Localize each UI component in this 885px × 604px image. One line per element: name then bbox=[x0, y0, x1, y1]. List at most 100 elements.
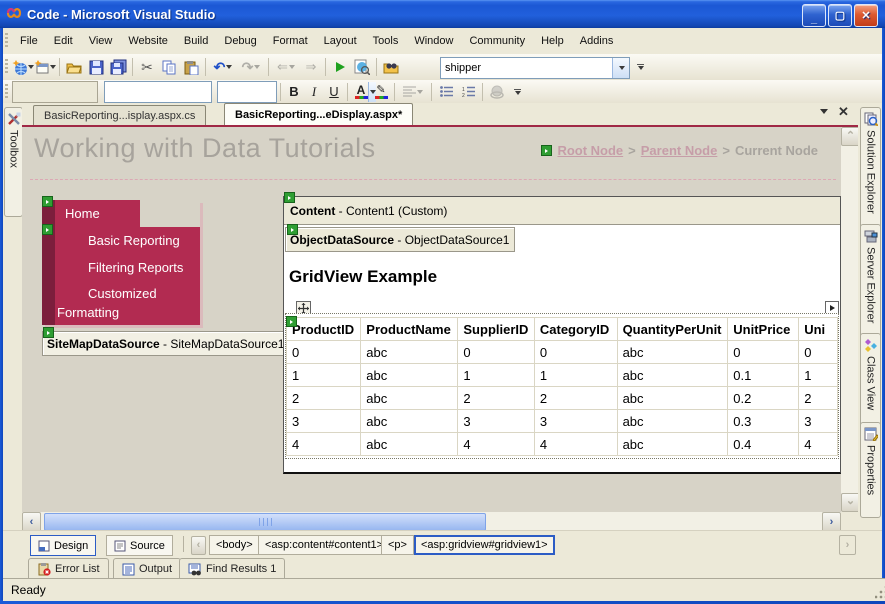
design-view-button[interactable]: Design bbox=[30, 535, 97, 556]
menu-file[interactable]: File bbox=[12, 31, 46, 51]
content-adorner-icon[interactable] bbox=[284, 192, 295, 203]
find-dropdown-button[interactable] bbox=[612, 58, 629, 78]
start-debugging-button[interactable] bbox=[329, 56, 351, 78]
overflow-bar-icon bbox=[513, 88, 521, 90]
close-button[interactable]: ✕ bbox=[854, 4, 878, 27]
output-tab[interactable]: Output bbox=[113, 558, 182, 579]
find-input[interactable] bbox=[441, 58, 612, 78]
maximize-button[interactable]: ▢ bbox=[828, 4, 852, 27]
menu-item-basic-reporting[interactable]: Basic Reporting bbox=[55, 227, 200, 254]
new-website-button[interactable] bbox=[12, 56, 34, 78]
scroll-up-button[interactable]: ⌃ bbox=[841, 127, 858, 146]
menu-view[interactable]: View bbox=[81, 31, 121, 51]
editor-horizontal-scrollbar[interactable]: ‹ › bbox=[22, 512, 841, 532]
style-combobox[interactable] bbox=[12, 80, 171, 103]
toolbar-grip[interactable] bbox=[5, 83, 8, 100]
breadcrumb-root-link[interactable]: Root Node bbox=[557, 143, 623, 158]
tag-asp-gridview[interactable]: <asp:gridview#gridview1> bbox=[414, 535, 555, 555]
menu-tools[interactable]: Tools bbox=[365, 31, 407, 51]
column-header: Uni bbox=[798, 317, 838, 341]
cell: 0 bbox=[727, 340, 800, 364]
resize-grip[interactable] bbox=[875, 586, 885, 599]
scroll-left-button[interactable]: ‹ bbox=[22, 512, 41, 532]
editor-vertical-scrollbar[interactable]: ⌃ ⌄ bbox=[841, 127, 858, 512]
menu-format[interactable]: Format bbox=[265, 31, 316, 51]
font-size-combobox[interactable] bbox=[217, 80, 376, 103]
find-results-tab[interactable]: Find Results 1 bbox=[179, 558, 286, 579]
objectdatasource-adorner-icon[interactable] bbox=[287, 224, 298, 235]
toolbar-grip[interactable] bbox=[5, 33, 8, 49]
content-panel-header[interactable]: Content - Content1 (Custom) bbox=[284, 197, 840, 225]
tag-scroll-left-button[interactable]: ‹ bbox=[191, 536, 206, 555]
add-new-item-button[interactable] bbox=[34, 56, 56, 78]
menu-adorner-icon[interactable] bbox=[42, 196, 53, 207]
document-tab-codebehind[interactable]: BasicReporting...isplay.aspx.cs bbox=[33, 105, 207, 125]
view-in-browser-button[interactable] bbox=[351, 56, 373, 78]
toolbar-options-button[interactable] bbox=[634, 57, 646, 77]
tag-scroll-right-button[interactable]: › bbox=[839, 535, 856, 555]
highlight-button[interactable]: ✎ bbox=[371, 82, 391, 102]
save-button[interactable] bbox=[85, 56, 107, 78]
menu-addins[interactable]: Addins bbox=[572, 31, 622, 51]
menu-item-filtering-reports[interactable]: Filtering Reports bbox=[55, 254, 200, 281]
undo-button[interactable]: ↶ bbox=[209, 56, 237, 78]
menu-bar: File Edit View Website Build Debug Forma… bbox=[3, 28, 882, 54]
menu-website[interactable]: Website bbox=[120, 31, 176, 51]
source-view-button[interactable]: Source bbox=[106, 535, 173, 556]
scroll-right-button[interactable]: › bbox=[822, 512, 841, 532]
toolbox-tab[interactable]: Toolbox bbox=[4, 107, 23, 217]
copy-button[interactable] bbox=[158, 56, 180, 78]
breadcrumb-parent-link[interactable]: Parent Node bbox=[641, 143, 718, 158]
paste-button[interactable] bbox=[180, 56, 202, 78]
font-combobox[interactable] bbox=[104, 80, 263, 103]
redo-button[interactable]: ↷ bbox=[237, 56, 265, 78]
numbered-list-button[interactable]: 12 bbox=[457, 81, 479, 103]
bold-button[interactable]: B bbox=[284, 82, 304, 102]
dropdown-arrow-icon bbox=[637, 66, 644, 70]
tag-asp-content[interactable]: <asp:content#content1> bbox=[258, 535, 391, 555]
underline-button[interactable]: U bbox=[324, 82, 344, 102]
server-explorer-tab[interactable]: Server Explorer bbox=[860, 224, 881, 338]
menu-item-customized-formatting[interactable]: Customized Formatting bbox=[55, 281, 200, 325]
align-button[interactable] bbox=[398, 81, 428, 103]
menu-item-home[interactable]: Home bbox=[55, 200, 140, 227]
cut-button[interactable]: ✂ bbox=[136, 56, 158, 78]
menu-window[interactable]: Window bbox=[406, 31, 461, 51]
tag-body[interactable]: <body> bbox=[209, 535, 260, 555]
gridview-control[interactable]: ProductID ProductName SupplierID Categor… bbox=[285, 313, 839, 459]
menu-adorner-icon[interactable] bbox=[42, 224, 53, 235]
menu-edit[interactable]: Edit bbox=[46, 31, 81, 51]
properties-tab[interactable]: Properties bbox=[860, 422, 881, 518]
tag-p[interactable]: <p> bbox=[381, 535, 414, 555]
find-in-files-button[interactable] bbox=[380, 56, 402, 78]
navigate-backward-button[interactable]: ⇐ bbox=[272, 56, 300, 78]
gridview-adorner-icon[interactable] bbox=[286, 316, 297, 327]
hyperlink-button[interactable] bbox=[486, 81, 508, 103]
scroll-down-button[interactable]: ⌄ bbox=[841, 493, 858, 512]
navigate-forward-button[interactable]: ⇒ bbox=[300, 56, 322, 78]
sitemapdatasource-control[interactable]: SiteMapDataSource - SiteMapDataSource1 bbox=[42, 331, 290, 356]
menu-build[interactable]: Build bbox=[176, 31, 216, 51]
font-color-button[interactable]: A bbox=[351, 82, 371, 102]
minimize-button[interactable]: _ bbox=[802, 4, 826, 27]
italic-button[interactable]: I bbox=[304, 82, 324, 102]
class-view-tab[interactable]: Class View bbox=[860, 333, 881, 427]
sitemappath-adorner-icon[interactable] bbox=[541, 145, 553, 156]
toolbar-grip[interactable] bbox=[5, 59, 8, 75]
menu-debug[interactable]: Debug bbox=[216, 31, 264, 51]
sitemapdatasource-adorner-icon[interactable] bbox=[43, 327, 54, 338]
toolbar-options-button[interactable] bbox=[511, 82, 523, 102]
document-list-dropdown-icon[interactable] bbox=[820, 109, 828, 114]
menu-community[interactable]: Community bbox=[461, 31, 533, 51]
objectdatasource-control[interactable]: ObjectDataSource - ObjectDataSource1 bbox=[285, 227, 515, 252]
solution-explorer-tab[interactable]: Solution Explorer bbox=[860, 107, 881, 229]
bullet-list-button[interactable] bbox=[435, 81, 457, 103]
error-list-tab[interactable]: Error List bbox=[28, 558, 109, 579]
scrollbar-thumb[interactable] bbox=[44, 513, 486, 531]
menu-help[interactable]: Help bbox=[533, 31, 572, 51]
open-file-button[interactable] bbox=[63, 56, 85, 78]
document-tab-aspx[interactable]: BasicReporting...eDisplay.aspx* bbox=[224, 103, 414, 125]
save-all-button[interactable] bbox=[107, 56, 129, 78]
close-document-icon[interactable]: ✕ bbox=[838, 104, 849, 120]
menu-layout[interactable]: Layout bbox=[316, 31, 365, 51]
